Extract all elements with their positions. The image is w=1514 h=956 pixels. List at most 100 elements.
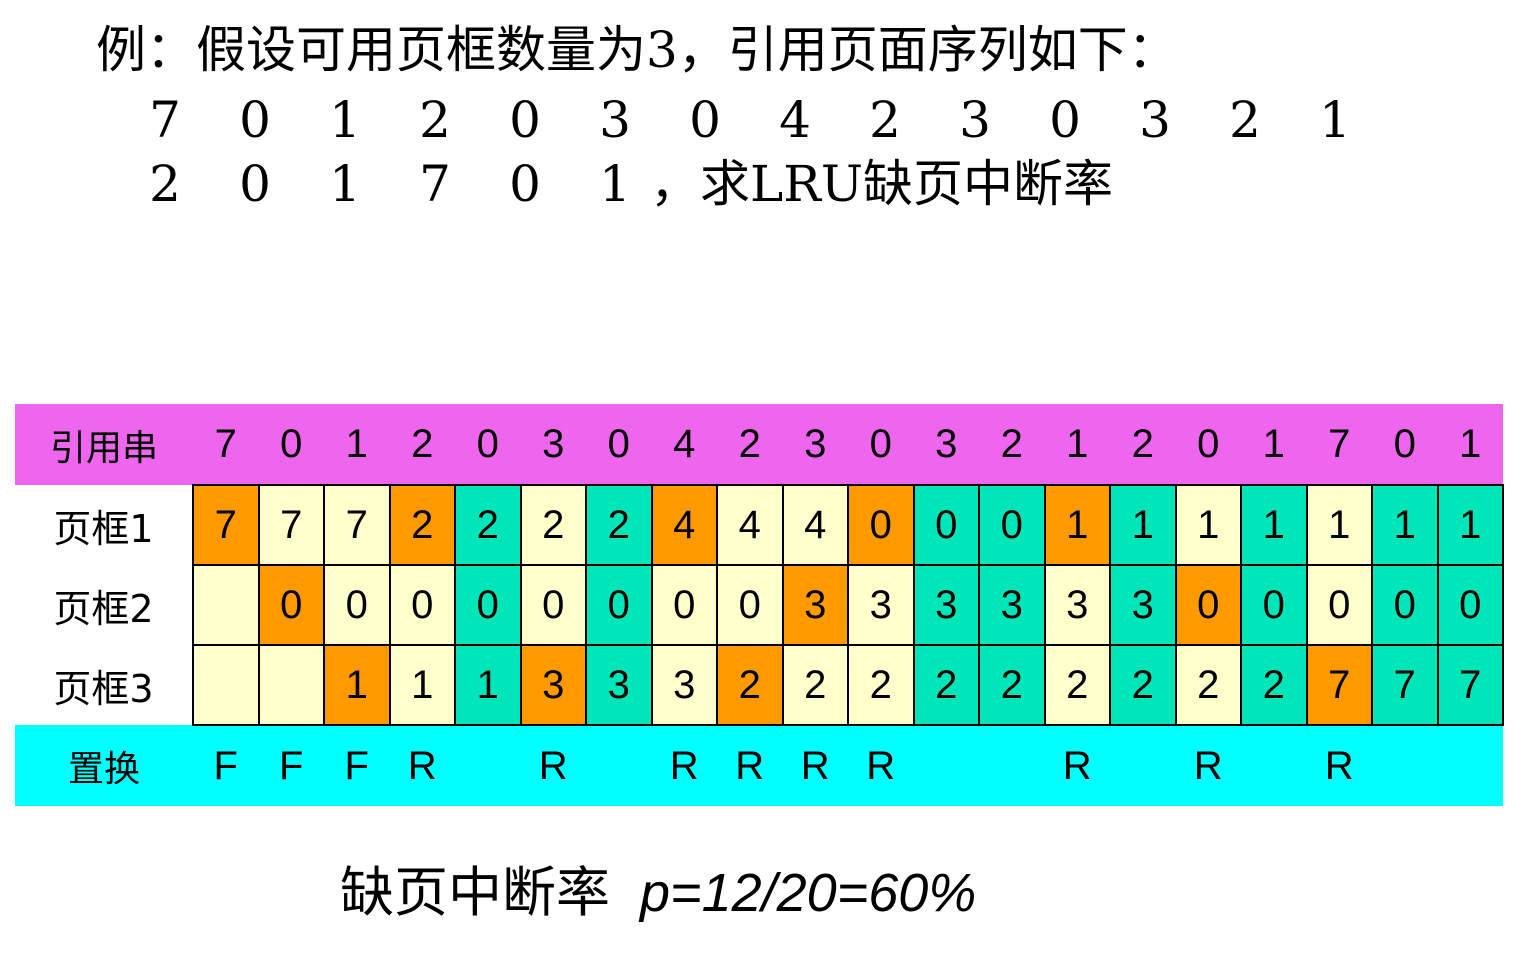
frame-label: 页框2 xyxy=(15,565,193,645)
reference-page: 3 xyxy=(913,404,979,485)
fault-rate-label: 缺页中断率 xyxy=(340,861,610,924)
frame-cell: 0 xyxy=(257,564,325,646)
sequence-number: 2 xyxy=(1229,91,1261,149)
frame-cell: 3 xyxy=(1043,564,1111,646)
frame-cell: 3 xyxy=(781,564,849,646)
replacement-mark: R xyxy=(782,725,848,806)
frame-cell: 2 xyxy=(1174,644,1242,726)
frame-cell: 3 xyxy=(847,564,915,646)
frame-cell: 2 xyxy=(781,644,849,726)
replacement-mark: R xyxy=(1044,725,1110,806)
replacement-mark: R xyxy=(1175,725,1241,806)
replacement-mark xyxy=(455,725,521,806)
problem-line-1: 例：假设可用页框数量为3，引用页面序列如下： xyxy=(96,21,1178,79)
reference-page: 0 xyxy=(455,404,521,485)
frame-cell: 1 xyxy=(1174,484,1242,566)
frame-cell: 3 xyxy=(519,644,587,726)
frame-cell: 1 xyxy=(1436,484,1504,566)
sequence-number: ，求LRU缺页中断率 xyxy=(650,155,1113,213)
lru-page-table: 引用串 70120304230321201701 页框1 7 7 7 2 2 2 2 4 4 4 0 0… xyxy=(15,404,1504,806)
reference-sequence-line-2: 2 0 1 7 0 1 ，求LRU缺页中断率 xyxy=(120,152,1220,216)
sequence-number: 3 xyxy=(1139,91,1171,149)
reference-page: 3 xyxy=(520,404,586,485)
frame-cell: 7 xyxy=(1436,644,1504,726)
reference-page: 7 xyxy=(1306,404,1372,485)
frame-cell xyxy=(257,644,325,726)
frame-label: 页框1 xyxy=(15,485,193,565)
replacement-row: 置换 F F F R R R R R R R R R xyxy=(15,725,1503,806)
sequence-number: 0 xyxy=(689,91,721,149)
frame-cell: 1 xyxy=(1043,484,1111,566)
reference-page: 3 xyxy=(782,404,848,485)
frame-cell: 4 xyxy=(650,484,718,566)
reference-page: 0 xyxy=(258,404,324,485)
reference-string-label: 引用串 xyxy=(15,404,193,485)
frame-cell: 3 xyxy=(912,564,980,646)
frame-cell: 7 xyxy=(192,484,260,566)
replacement-mark xyxy=(979,725,1045,806)
reference-page: 2 xyxy=(389,404,455,485)
frame-cell: 0 xyxy=(716,564,784,646)
frame-cell: 0 xyxy=(1174,564,1242,646)
reference-page: 7 xyxy=(193,404,259,485)
frame-cell: 2 xyxy=(1240,644,1308,726)
frame-cell: 3 xyxy=(1109,564,1177,646)
frame-cell: 0 xyxy=(1436,564,1504,646)
frame-cell: 3 xyxy=(650,644,718,726)
replacement-mark: R xyxy=(717,725,783,806)
frame-cell: 1 xyxy=(1109,484,1177,566)
sequence-number: 2 xyxy=(419,91,451,149)
replacement-mark xyxy=(586,725,652,806)
reference-page: 0 xyxy=(1372,404,1438,485)
replacement-mark xyxy=(1241,725,1307,806)
sequence-number: 2 xyxy=(869,91,901,149)
frame-cell: 2 xyxy=(585,484,653,566)
replacement-mark: F xyxy=(324,725,390,806)
frame-cell: 0 xyxy=(847,484,915,566)
sequence-number: 3 xyxy=(599,91,631,149)
frame-cell: 1 xyxy=(388,644,456,726)
frame-row-3: 页框3 1 1 1 3 3 3 2 2 2 2 2 2 2 2 2 7 7 7 xyxy=(15,644,1504,726)
reference-page: 0 xyxy=(1175,404,1241,485)
replacement-mark: R xyxy=(389,725,455,806)
frame-cell: 2 xyxy=(519,484,587,566)
replacement-mark: F xyxy=(193,725,259,806)
reference-page: 1 xyxy=(1437,404,1503,485)
reference-page: 2 xyxy=(717,404,783,485)
reference-sequence-line-1: 70120304230321 xyxy=(120,88,1360,152)
sequence-number: 2 xyxy=(149,155,181,213)
frame-cell: 3 xyxy=(585,644,653,726)
replacement-mark xyxy=(913,725,979,806)
sequence-number: 0 xyxy=(509,91,541,149)
frame-cell: 0 xyxy=(519,564,587,646)
replacement-mark: R xyxy=(1306,725,1372,806)
replacement-mark: R xyxy=(848,725,914,806)
frame-cell: 7 xyxy=(1371,644,1439,726)
sequence-number: 4 xyxy=(779,91,811,149)
reference-page: 1 xyxy=(1241,404,1307,485)
replacement-mark xyxy=(1110,725,1176,806)
reference-page: 1 xyxy=(1044,404,1110,485)
frame-cell: 2 xyxy=(847,644,915,726)
frame-cell: 0 xyxy=(1371,564,1439,646)
frame-cell: 2 xyxy=(1109,644,1177,726)
frame-cell: 4 xyxy=(781,484,849,566)
frame-cell: 0 xyxy=(912,484,980,566)
sequence-number: 1 xyxy=(329,155,361,213)
frame-cell: 2 xyxy=(716,644,784,726)
reference-page: 0 xyxy=(586,404,652,485)
frame-cell: 0 xyxy=(1240,564,1308,646)
frame-cell: 2 xyxy=(1043,644,1111,726)
sequence-number: 0 xyxy=(509,155,541,213)
frame-cell: 0 xyxy=(978,484,1046,566)
sequence-number: 1 xyxy=(599,155,631,213)
sequence-number: 0 xyxy=(239,155,271,213)
sequence-number: 7 xyxy=(419,155,451,213)
frame-cell xyxy=(192,644,260,726)
frame-cell: 3 xyxy=(978,564,1046,646)
frame-cell: 2 xyxy=(388,484,456,566)
frame-label: 页框3 xyxy=(15,645,193,725)
frame-cell: 0 xyxy=(1305,564,1373,646)
frame-cell: 1 xyxy=(1371,484,1439,566)
replacement-mark xyxy=(1372,725,1438,806)
